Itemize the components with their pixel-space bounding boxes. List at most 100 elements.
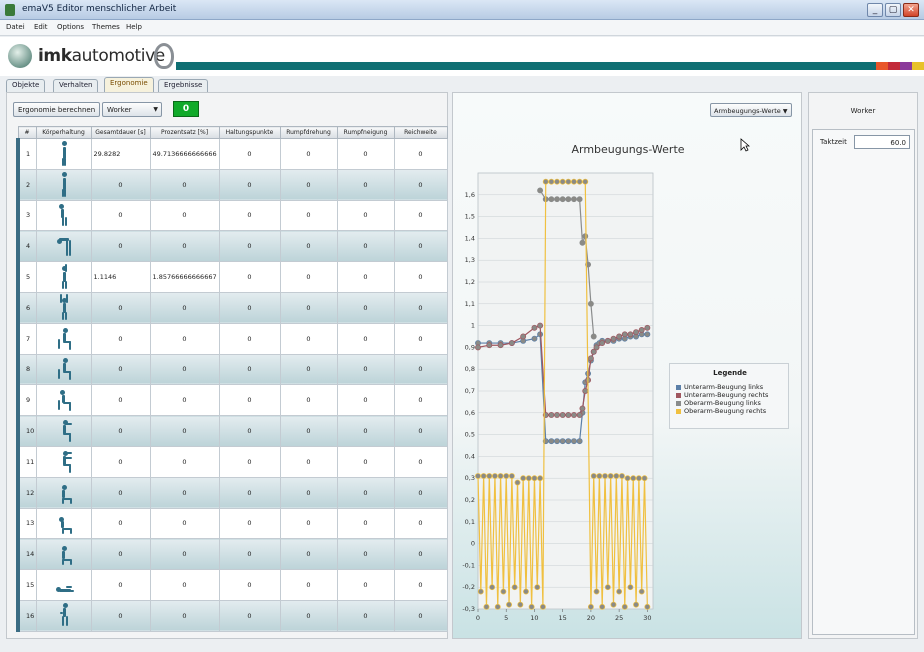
row-number: 1 xyxy=(16,138,37,170)
reichweite-cell: 0 xyxy=(393,599,448,632)
data-point xyxy=(565,178,572,185)
posture-figure-icon xyxy=(54,232,74,258)
data-point xyxy=(497,342,504,349)
row-number: 16 xyxy=(16,599,37,632)
table-row[interactable]: 1 29.8282 49.7136666666666 0 0 0 0 xyxy=(16,138,448,170)
table-row[interactable]: 8000000 xyxy=(16,353,448,386)
table-row[interactable]: 10 0 0 0 0 0 0 xyxy=(16,415,448,447)
data-point xyxy=(593,588,600,595)
prozentsatz-cell: 0 xyxy=(149,168,220,201)
data-point xyxy=(531,475,538,482)
data-point xyxy=(525,475,532,482)
data-point xyxy=(539,603,546,610)
tab-ergebnisse[interactable]: Ergebnisse xyxy=(158,79,209,92)
table-row[interactable]: 16 0 0 0 0 0 0 xyxy=(16,599,448,632)
tab-objekte[interactable]: Objekte xyxy=(6,79,46,92)
posture-figure-icon xyxy=(54,540,74,566)
posture-cell xyxy=(35,291,92,324)
column-header[interactable]: Haltungspunkte xyxy=(218,126,281,139)
haltungspunkte-cell: 0 xyxy=(218,199,281,232)
table-row[interactable]: 5 1.1146 1.85766666666667 0 0 0 0 xyxy=(16,261,448,293)
menu-datei[interactable]: Datei xyxy=(6,23,25,31)
tab-verhalten[interactable]: Verhalten xyxy=(53,79,99,92)
column-header[interactable]: Körperhaltung xyxy=(35,126,92,139)
data-point xyxy=(523,588,529,595)
data-point xyxy=(610,601,617,608)
menu-options[interactable]: Options xyxy=(57,23,84,31)
data-point xyxy=(475,344,481,351)
menu-themes[interactable]: Themes xyxy=(92,23,120,31)
ergonomie-berechnen-button[interactable]: Ergonomie berechnen xyxy=(13,102,101,117)
table-row[interactable]: 14 0 0 0 0 0 0 xyxy=(16,538,448,571)
rumpfneigung-cell: 0 xyxy=(336,168,395,201)
minimize-button[interactable]: _ xyxy=(867,3,883,17)
y-tick-label: 1,6 xyxy=(465,191,475,199)
data-point xyxy=(633,601,640,608)
table-row[interactable]: 15 0 0 0 0 0 0 xyxy=(16,569,448,601)
brand-stripe xyxy=(176,62,876,70)
gesamtdauer-cell: 1.1146 xyxy=(90,261,151,293)
prozentsatz-cell: 0 xyxy=(149,353,220,386)
column-header[interactable]: # xyxy=(17,126,37,139)
brand-color-box xyxy=(900,62,912,70)
reichweite-cell: 0 xyxy=(393,261,448,293)
tab-ergonomie[interactable]: Ergonomie xyxy=(104,77,154,92)
close-button[interactable]: ✕ xyxy=(903,3,919,17)
data-point xyxy=(559,412,566,418)
data-point xyxy=(607,473,614,479)
table-row[interactable]: 12 0 0 0 0 0 0 xyxy=(16,476,448,509)
table-row[interactable]: 2000000 xyxy=(16,168,448,201)
posture-cell xyxy=(35,507,92,540)
table-row[interactable]: 9000000 xyxy=(16,384,448,417)
taktzeit-input[interactable]: 60.0 xyxy=(854,135,910,149)
rumpfdrehung-cell: 0 xyxy=(279,199,338,232)
data-point xyxy=(571,438,577,445)
prozentsatz-cell: 0 xyxy=(149,199,220,232)
prozentsatz-cell: 0 xyxy=(149,538,220,571)
worker-select[interactable]: Worker ▼ xyxy=(102,102,162,117)
table-row[interactable]: 11 0 0 0 0 0 0 xyxy=(16,445,448,478)
legend-item: Unterarm-Beugung links xyxy=(676,383,763,391)
gesamtdauer-cell: 0 xyxy=(90,476,151,509)
x-tick-label: 15 xyxy=(559,614,567,622)
column-header[interactable]: Reichweite xyxy=(393,126,448,139)
rumpfdrehung-cell: 0 xyxy=(279,476,338,509)
data-point xyxy=(616,333,623,340)
y-tick-label: 1,3 xyxy=(465,256,475,264)
column-header[interactable]: Gesamtdauer [s] xyxy=(90,126,151,139)
posture-figure-icon xyxy=(54,263,74,290)
posture-figure-icon xyxy=(54,448,74,474)
data-point xyxy=(616,588,623,595)
table-row[interactable]: 7000000 xyxy=(16,322,448,355)
chart-panel: Armbeugungs-Werte ▼ Armbeugungs-Werte -0… xyxy=(452,92,802,639)
posture-figure-icon xyxy=(54,386,74,412)
posture-cell xyxy=(35,322,92,355)
menu-edit[interactable]: Edit xyxy=(34,23,48,31)
row-number: 3 xyxy=(16,199,37,232)
rumpfdrehung-cell: 0 xyxy=(279,384,338,417)
data-point xyxy=(644,331,651,338)
table-row[interactable]: 4000000 xyxy=(16,230,448,263)
column-header[interactable]: Prozentsatz [%] xyxy=(149,126,220,139)
column-header[interactable]: Rumpfdrehung xyxy=(279,126,338,139)
column-header[interactable]: Rumpfneigung xyxy=(336,126,395,139)
menu-help[interactable]: Help xyxy=(126,23,142,31)
haltungspunkte-cell: 0 xyxy=(218,384,281,417)
maximize-button[interactable]: ▢ xyxy=(885,3,901,17)
prozentsatz-cell: 0 xyxy=(149,445,220,478)
data-point xyxy=(506,601,512,608)
data-point xyxy=(627,331,634,338)
rumpfdrehung-cell: 0 xyxy=(279,445,338,478)
table-row[interactable]: 3000000 xyxy=(16,199,448,232)
data-point xyxy=(511,584,518,591)
row-number: 5 xyxy=(16,261,37,293)
x-tick-label: 30 xyxy=(643,614,651,622)
y-tick-label: 0,5 xyxy=(465,431,475,439)
data-point xyxy=(638,588,645,595)
data-point xyxy=(571,178,577,185)
table-row[interactable]: 6000000 xyxy=(16,291,448,324)
row-number: 13 xyxy=(16,507,37,540)
rumpfdrehung-cell: 0 xyxy=(279,353,338,386)
data-point xyxy=(576,196,583,203)
table-row[interactable]: 13 0 0 0 0 0 0 xyxy=(16,507,448,540)
